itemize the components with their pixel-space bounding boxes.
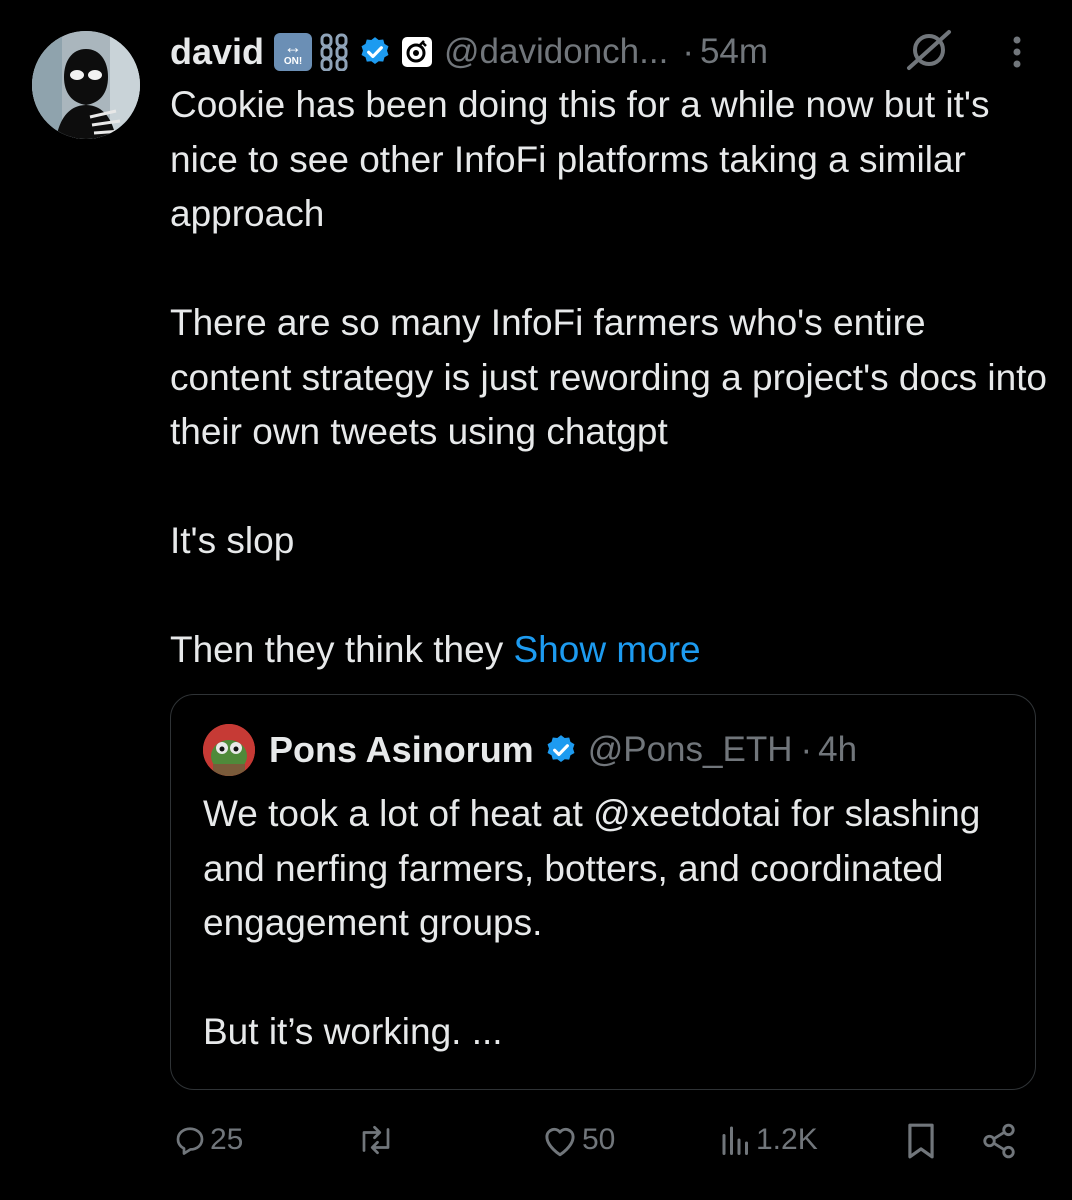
- author-avatar[interactable]: [32, 31, 140, 139]
- quoted-paragraph: But it’s working. ...: [203, 1011, 503, 1052]
- chain-icon: [320, 33, 348, 71]
- author-handle[interactable]: @davidonch...: [444, 32, 668, 72]
- share-icon: [983, 1123, 1015, 1159]
- tweet-paragraph: It's slop: [170, 520, 295, 561]
- action-bar: 25 50 1.2K: [0, 1112, 1072, 1176]
- more-icon[interactable]: [1006, 34, 1028, 79]
- repost-button[interactable]: [355, 1122, 397, 1158]
- like-icon: [545, 1127, 575, 1157]
- show-more-link[interactable]: Show more: [513, 629, 700, 670]
- verified-icon[interactable]: [544, 733, 578, 767]
- tweet-paragraph-truncated: Then they think they Show more: [170, 629, 701, 670]
- like-button[interactable]: 50: [540, 1122, 615, 1158]
- quoted-tweet-header: Pons Asinorum @Pons_ETH · 4h: [203, 723, 857, 777]
- tweet-paragraph: Cookie has been doing this for a while n…: [170, 84, 990, 234]
- views-icon: [722, 1126, 748, 1155]
- like-count: 50: [582, 1123, 616, 1156]
- quoted-tweet[interactable]: Pons Asinorum @Pons_ETH · 4h We took a l…: [170, 694, 1036, 1090]
- author-name[interactable]: david: [170, 31, 264, 73]
- view-count: 1.2K: [756, 1123, 818, 1156]
- affiliate-badge-icon[interactable]: [402, 37, 433, 67]
- quoted-paragraph: We took a lot of heat at @xeetdotai for …: [203, 793, 981, 943]
- quoted-author-handle[interactable]: @Pons_ETH: [588, 730, 793, 770]
- quoted-author-name[interactable]: Pons Asinorum: [269, 729, 534, 771]
- reply-icon: [176, 1127, 204, 1155]
- views-button[interactable]: 1.2K: [718, 1122, 818, 1158]
- bookmark-icon: [908, 1123, 934, 1159]
- separator-dot: ·: [682, 32, 694, 71]
- tweet-paragraph: There are so many InfoFi farmers who's e…: [170, 302, 1047, 452]
- quoted-tweet-text: We took a lot of heat at @xeetdotai for …: [203, 787, 1013, 1060]
- on-emoji-badge: ↔ ON!: [274, 33, 313, 71]
- tweet-text[interactable]: Cookie has been doing this for a while n…: [170, 78, 1050, 678]
- reply-button[interactable]: 25: [172, 1122, 243, 1158]
- verified-icon[interactable]: [358, 35, 392, 69]
- quoted-tweet-time[interactable]: 4h: [818, 730, 857, 770]
- left-right-arrow-icon: ↔: [284, 36, 303, 57]
- separator-dot: ·: [800, 730, 813, 769]
- repost-icon: [362, 1125, 390, 1155]
- reply-count: 25: [210, 1123, 244, 1156]
- tweet-time[interactable]: 54m: [700, 32, 768, 72]
- share-button[interactable]: [980, 1122, 1018, 1160]
- grok-icon[interactable]: [905, 28, 953, 77]
- bookmark-button[interactable]: [904, 1122, 938, 1160]
- quoted-author-avatar[interactable]: [203, 724, 255, 776]
